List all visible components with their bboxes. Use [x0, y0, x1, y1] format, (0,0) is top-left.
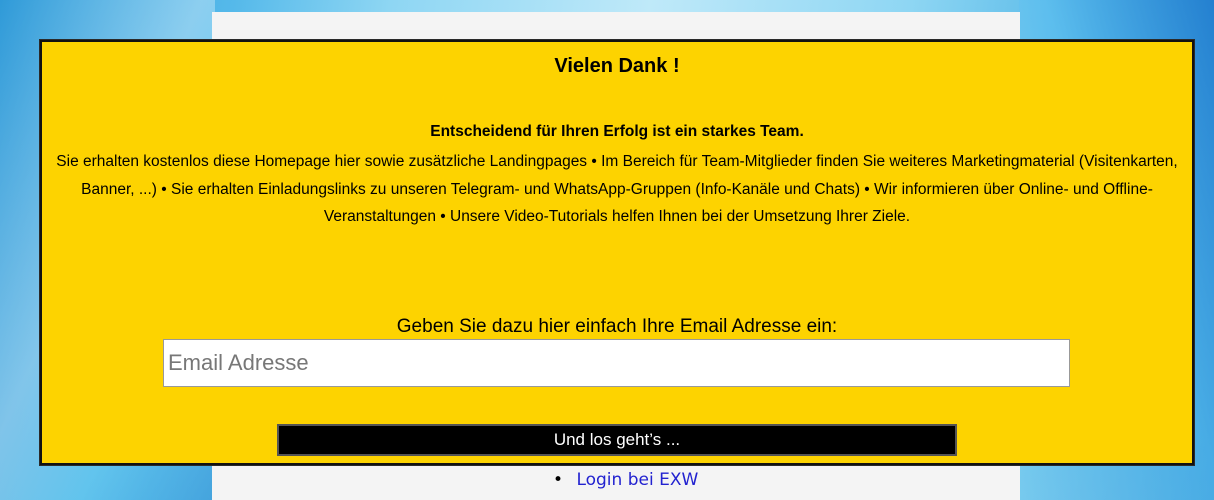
popup-title: Vielen Dank ! — [554, 55, 680, 77]
page-nav-list: Login bei EXW — [553, 470, 698, 490]
popup-body-text: Sie erhalten kostenlos diese Homepage hi… — [56, 153, 1178, 225]
email-input[interactable] — [163, 339, 1070, 387]
list-item: Login bei EXW — [553, 470, 698, 490]
popup-subtitle: Entscheidend für Ihren Erfolg ist ein st… — [430, 123, 804, 140]
submit-button[interactable]: Und los geht’s ... — [277, 424, 957, 456]
login-exw-link[interactable]: Login bei EXW — [576, 470, 698, 490]
signup-popup: Vielen Dank ! Entscheidend für Ihren Erf… — [40, 40, 1194, 465]
email-prompt-label: Geben Sie dazu hier einfach Ihre Email A… — [396, 316, 838, 337]
